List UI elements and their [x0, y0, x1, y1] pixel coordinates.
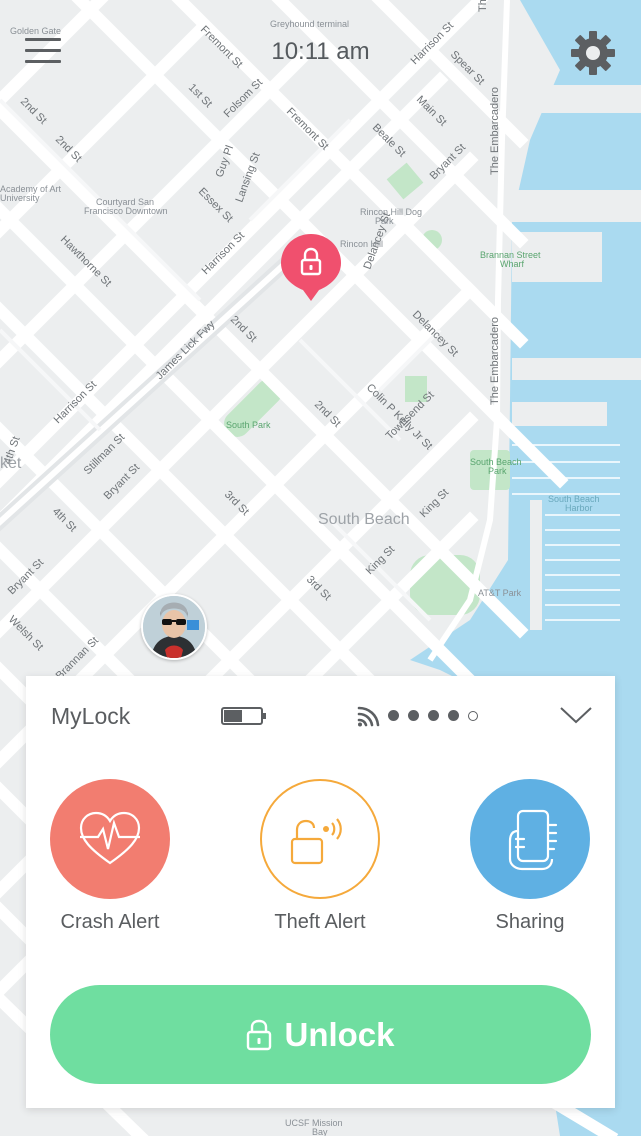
svg-text:South Beach: South Beach — [318, 511, 410, 528]
svg-text:University: University — [0, 193, 40, 203]
phone-hand-icon — [508, 809, 558, 871]
theft-alert-label: Theft Alert — [274, 911, 366, 933]
signal-dot-empty — [468, 710, 478, 721]
sharing-label: Sharing — [495, 911, 565, 933]
lock-alarm-icon — [290, 818, 342, 865]
svg-text:The Embarcadero: The Embarcadero — [489, 87, 501, 175]
crash-alert-label: Crash Alert — [60, 911, 160, 933]
lock-icon — [247, 1019, 272, 1050]
svg-text:Greyhound terminal: Greyhound terminal — [270, 19, 349, 29]
svg-text:ket: ket — [0, 455, 22, 472]
unlock-label: Unlock — [284, 1015, 395, 1053]
wireless-signal-icon — [357, 706, 380, 727]
svg-text:Harbor: Harbor — [565, 503, 593, 513]
svg-text:South Park: South Park — [226, 420, 271, 430]
crash-alert-button[interactable]: Crash Alert — [30, 779, 190, 934]
signal-strength-dots — [388, 710, 478, 721]
sharing-button[interactable]: Sharing — [450, 779, 610, 934]
svg-text:Rincon Hill: Rincon Hill — [340, 239, 383, 249]
gear-icon[interactable] — [568, 28, 618, 78]
signal-dot-filled — [388, 710, 399, 721]
clock-time: 10:11 am — [271, 38, 370, 65]
battery-icon — [221, 707, 266, 725]
svg-text:AT&T Park: AT&T Park — [478, 588, 522, 598]
svg-text:Francisco Downtown: Francisco Downtown — [84, 206, 168, 216]
svg-text:Park: Park — [375, 216, 394, 226]
hamburger-menu-icon[interactable] — [25, 38, 61, 66]
svg-text:Bay: Bay — [312, 1127, 328, 1136]
theft-alert-circle[interactable] — [260, 779, 380, 899]
sharing-circle[interactable] — [470, 779, 590, 899]
heart-pulse-icon — [79, 811, 141, 865]
lock-location-pin[interactable] — [279, 232, 343, 304]
crash-alert-circle[interactable] — [50, 779, 170, 899]
svg-text:The Embarcadero: The Embarcadero — [489, 317, 501, 405]
signal-dot-filled — [408, 710, 419, 721]
signal-dot-filled — [448, 710, 459, 721]
svg-text:Wharf: Wharf — [500, 259, 525, 269]
unlock-button[interactable]: Unlock — [50, 985, 591, 1084]
theft-alert-button[interactable]: Theft Alert — [240, 779, 400, 934]
svg-text:The Embarcadero: The Embarcadero — [477, 0, 489, 12]
chevron-down-icon[interactable] — [559, 704, 593, 726]
lock-control-panel: MyLock Crash Alert Theft Alert Sharing U… — [26, 676, 615, 1108]
signal-dot-filled — [428, 710, 439, 721]
device-name: MyLock — [51, 703, 131, 729]
svg-text:Park: Park — [488, 466, 507, 476]
user-avatar[interactable] — [141, 594, 207, 660]
svg-text:Golden Gate: Golden Gate — [10, 26, 61, 36]
